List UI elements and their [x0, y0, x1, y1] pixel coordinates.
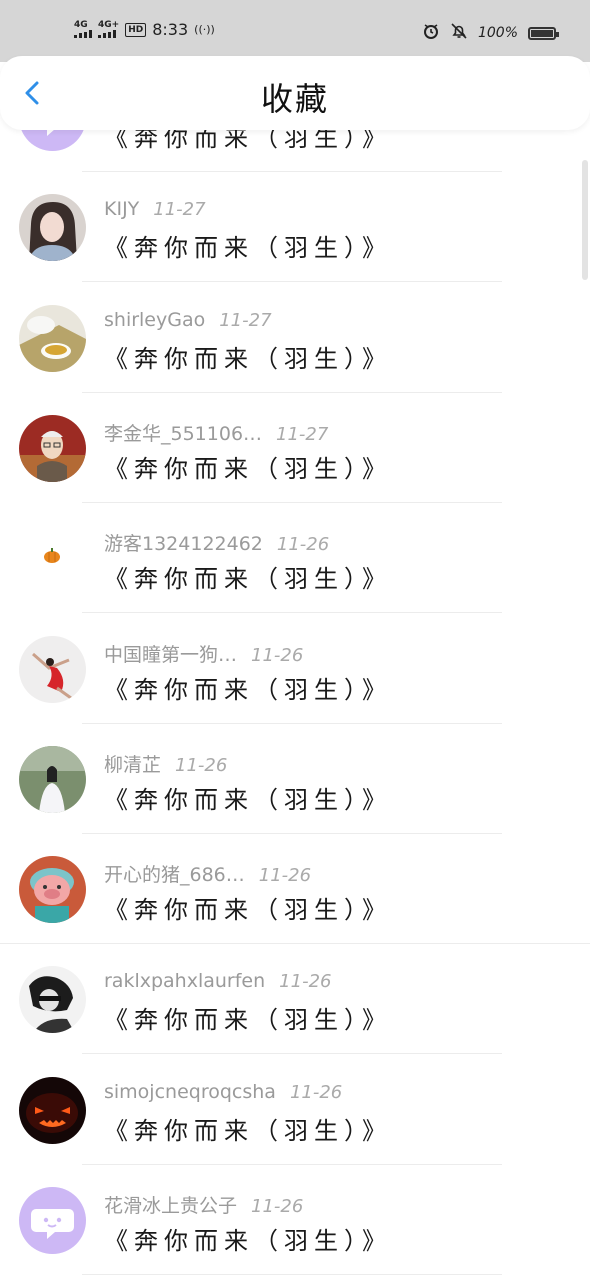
avatar[interactable] — [19, 966, 86, 1034]
user-name: 柳清芷 11-26 — [104, 750, 227, 777]
avatar[interactable] — [19, 635, 86, 703]
user-name-text: 游客1324122462 — [104, 533, 263, 556]
work-title[interactable]: 《奔你而来（羽生）》 — [104, 130, 392, 153]
work-title[interactable]: 《奔你而来（羽生）》 — [104, 449, 392, 484]
status-bar: 4G 4G+ HD 8:33 ((·)) 100% — [0, 0, 590, 62]
list-item[interactable]: KIJY 11-27 《奔你而来（羽生）》 — [0, 172, 590, 283]
user-name-text: 柳清芷 — [104, 753, 162, 776]
avatar[interactable] — [19, 194, 86, 262]
user-name: 李金华_551106… 11-27 — [104, 419, 328, 446]
avatar[interactable] — [19, 1187, 86, 1254]
user-name-text: 花滑冰上贵公子 — [104, 1195, 238, 1217]
item-date: 11-26 — [251, 644, 304, 666]
avatar[interactable] — [19, 1076, 86, 1144]
item-date: 11-27 — [219, 309, 272, 331]
status-right: 100% — [422, 22, 559, 44]
user-name-text: 开心的猪_686… — [104, 864, 245, 887]
status-time: 8:33 — [152, 20, 189, 39]
item-date: 11-26 — [258, 865, 312, 887]
user-name: 中国瞳第一狗… 11-26 — [104, 640, 303, 667]
list-item[interactable]: 《奔你而来（羽生）》 — [0, 130, 590, 172]
user-name: KIJY 11-27 — [104, 198, 206, 220]
item-date: 11-27 — [276, 423, 329, 445]
sim1-label: 4G — [74, 20, 88, 30]
user-name: 开心的猪_686… 11-26 — [104, 860, 311, 887]
list-item[interactable]: 中国瞳第一狗… 11-26 《奔你而来（羽生）》 — [0, 614, 590, 724]
avatar[interactable] — [19, 414, 86, 482]
work-title[interactable]: 《奔你而来（羽生）》 — [104, 780, 392, 815]
work-title[interactable]: 《奔你而来（羽生）》 — [104, 1111, 392, 1146]
nav-header: 收藏 — [0, 56, 590, 130]
list-item[interactable]: simojcneqroqcsha 11-26 《奔你而来（羽生）》 — [0, 1055, 590, 1165]
work-title[interactable]: 《奔你而来（羽生）》 — [104, 890, 392, 925]
list-item[interactable]: 开心的猪_686… 11-26 《奔你而来（羽生）》 — [0, 834, 590, 945]
battery-icon — [528, 26, 559, 40]
list-item[interactable]: 李金华_551106… 11-27 《奔你而来（羽生）》 — [0, 393, 590, 503]
item-date: 11-26 — [175, 754, 228, 776]
user-name: 花滑冰上贵公子 11-26 — [104, 1191, 303, 1218]
list-item[interactable]: 柳清芷 11-26 《奔你而来（羽生）》 — [0, 724, 590, 834]
avatar[interactable] — [19, 130, 86, 151]
user-name: 游客1324122462 11-26 — [104, 529, 329, 556]
alarm-icon — [422, 22, 440, 44]
item-date: 11-26 — [279, 971, 332, 993]
scrollbar[interactable] — [582, 160, 588, 280]
work-title[interactable]: 《奔你而来（羽生）》 — [104, 1000, 392, 1035]
user-name: raklxpahxlaurfen 11-26 — [104, 970, 331, 992]
work-title[interactable]: 《奔你而来（羽生）》 — [104, 339, 392, 374]
divider — [82, 1274, 502, 1275]
signal-icon: 4G+ — [98, 21, 119, 38]
sim2-label: 4G+ — [98, 20, 120, 30]
page-title: 收藏 — [260, 80, 329, 118]
user-name: simojcneqroqcsha 11-26 — [104, 1081, 342, 1103]
list-item[interactable]: shirleyGao 11-27 《奔你而来（羽生）》 — [0, 283, 590, 393]
user-name-text: 李金华_551106… — [104, 422, 263, 445]
signal-icon: 4G — [74, 21, 92, 38]
avatar[interactable] — [19, 745, 86, 813]
item-date: 11-26 — [289, 1081, 343, 1103]
user-name-text: simojcneqroqcsha — [104, 1080, 276, 1103]
user-name-text: 中国瞳第一狗… — [104, 643, 238, 666]
list-item[interactable]: raklxpahxlaurfen 11-26 《奔你而来（羽生）》 — [0, 944, 590, 1055]
list-item[interactable]: 游客1324122462 11-26 《奔你而来（羽生）》 — [0, 503, 590, 614]
vibrate-icon: ((·)) — [194, 23, 215, 36]
user-name-text: shirleyGao — [104, 308, 206, 331]
status-left: 4G 4G+ HD 8:33 ((·)) — [74, 20, 215, 39]
work-title[interactable]: 《奔你而来（羽生）》 — [104, 1221, 392, 1256]
item-date: 11-26 — [251, 1196, 304, 1217]
avatar[interactable] — [19, 856, 86, 924]
avatar[interactable] — [19, 525, 86, 593]
user-name-text: raklxpahxlaurfen — [104, 970, 266, 993]
item-date: 11-27 — [153, 199, 206, 221]
user-name: shirleyGao 11-27 — [104, 309, 272, 331]
favorites-list[interactable]: 《奔你而来（羽生）》 KIJY 11-27 《奔你而来（羽生）》 shirleyGao 1… — [0, 130, 590, 1280]
work-title[interactable]: 《奔你而来（羽生）》 — [104, 670, 392, 705]
battery-percent: 100% — [477, 25, 518, 41]
user-name-text: KIJY — [104, 198, 140, 221]
list-item[interactable]: 花滑冰上贵公子 11-26 《奔你而来（羽生）》 — [0, 1165, 590, 1275]
hd-voice-icon: HD — [125, 22, 147, 37]
mute-bell-icon — [450, 22, 468, 44]
work-title[interactable]: 《奔你而来（羽生）》 — [104, 228, 392, 263]
work-title[interactable]: 《奔你而来（羽生）》 — [104, 559, 392, 594]
item-date: 11-26 — [276, 534, 330, 556]
avatar[interactable] — [19, 304, 86, 372]
